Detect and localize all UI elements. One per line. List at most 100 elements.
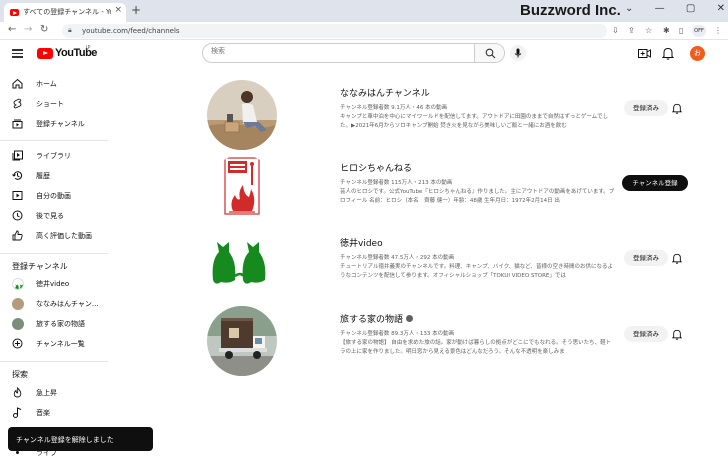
sidebar-item-label: 履歴 [36,172,50,180]
sidebar-item-liked[interactable]: 高く評価した動画 [0,227,108,245]
subscribed-button[interactable]: 登録済み [624,250,668,266]
sidebar-item-history[interactable]: 履歴 [0,167,108,185]
reload-icon[interactable]: ↻ [40,24,48,35]
maximize-icon[interactable]: ▢ [686,3,695,14]
channel-meta: チャンネル登録者数 89.3万人・133 本の動画 [340,331,455,337]
notifications-bell-icon[interactable] [662,47,674,60]
channel-row[interactable]: 旅する家の物語 チャンネル登録者数 89.3万人・133 本の動画 【旅する家の… [190,306,700,378]
search-button[interactable] [474,44,504,62]
share-icon[interactable]: ⇪ [628,26,635,35]
channel-row[interactable]: 徳井video チャンネル登録者数 47.5万人・292 本の動画 チュートリア… [190,230,700,302]
trending-icon [13,387,22,398]
user-avatar[interactable]: お [690,46,705,61]
my-videos-icon [12,191,23,200]
shorts-icon [13,98,22,109]
sidebar-item-trending[interactable]: 急上昇 [0,384,108,402]
minimize-icon[interactable]: — [655,3,665,14]
sidepanel-icon[interactable]: ▯ [679,26,683,35]
channel-thumbnail[interactable] [207,155,277,225]
window-controls: ⌄ — ▢ ✕ [625,3,725,14]
create-video-icon[interactable] [638,48,651,59]
sidebar-item-label: ななみはんチャン... [36,300,99,308]
music-icon [13,407,22,418]
sidebar-divider [0,140,108,141]
channel-meta: チャンネル登録者数 47.5万人・292 本の動画 [340,255,455,261]
sidebar-item-watch-later[interactable]: 後で見る [0,207,108,225]
sidebar-item-label: ホーム [36,80,57,88]
channel-name[interactable]: 旅する家の物語 [340,312,414,325]
sidebar-item-label: ライブラリ [36,152,71,160]
back-icon[interactable]: ← [8,24,16,35]
browser-tabstrip: すべての登録チャンネル - YouTube × + ⌄ — ▢ ✕ Buzzwo… [0,0,728,22]
address-bar[interactable]: 🔒︎ youtube.com/feed/channels [62,24,607,38]
sidebar-channel-nanamihan[interactable]: ななみはんチャン... [0,295,108,313]
search-box [202,43,505,63]
sidebar-item-label: チャンネル一覧 [36,340,85,348]
notification-bell-icon[interactable] [672,103,682,114]
channel-name[interactable]: ヒロシちゃんねる [340,161,412,174]
close-window-icon[interactable]: ✕ [717,3,725,14]
browser-menu-icon[interactable]: ⋮ [714,26,722,35]
channel-name[interactable]: ななみはんチャンネル [340,86,430,99]
channel-row[interactable]: ななみはんチャンネル チャンネル登録者数 9.1万人・46 本の動画 キャンプと… [190,80,700,152]
channel-name[interactable]: 徳井video [340,236,383,249]
sidebar-item-library[interactable]: ライブラリ [0,147,108,165]
search-icon [485,48,496,59]
tab-search-icon[interactable]: ⌄ [625,3,633,14]
sidebar-item-shorts[interactable]: ショート [0,95,108,113]
hamburger-menu-icon[interactable] [12,49,23,58]
channel-meta: チャンネル登録者数 9.1万人・46 本の動画 [340,105,448,111]
sidebar-item-label: 旅する家の物語 [36,320,85,328]
browser-profile-badge[interactable]: OFF [692,25,706,37]
channel-description: 【旅する家の物語】 自由を求めた旅の話。家が動けば暮らしの拠点がどこにでもなれる… [340,340,612,355]
tab-title: すべての登録チャンネル - YouTube [23,8,111,16]
sidebar-item-home[interactable]: ホーム [0,75,108,93]
forward-icon[interactable]: → [24,24,32,35]
sidebar-divider [0,253,108,254]
sidebar: ホーム ショート 登録チャンネル ライブラリ 履歴 自分の動画 後で見る 高く評… [0,70,108,460]
notification-bell-icon[interactable] [672,329,682,340]
browser-tab[interactable]: すべての登録チャンネル - YouTube × [4,3,126,22]
extensions-icon[interactable]: ✱ [663,26,670,35]
tab-close-icon[interactable]: × [114,5,122,15]
sidebar-item-subscriptions[interactable]: 登録チャンネル [0,115,108,133]
home-icon [12,78,23,89]
youtube-header: YouTube JP お [0,40,728,70]
channel-name-text: 旅する家の物語 [340,315,404,325]
channel-avatar [12,298,24,310]
subscriptions-icon [12,119,23,129]
channel-row[interactable]: ヒロシちゃんねる チャンネル登録者数 115万人・213 本の動画 芸人のヒロシ… [190,155,700,227]
subscribe-button[interactable]: チャンネル登録 [622,175,688,191]
sidebar-item-all-channels[interactable]: チャンネル一覧 [0,335,108,353]
bookmark-star-icon[interactable]: ☆ [645,26,652,35]
lock-icon: 🔒︎ [68,26,72,34]
sidebar-item-my-videos[interactable]: 自分の動画 [0,187,108,205]
microphone-icon [514,48,522,58]
subscribed-button[interactable]: 登録済み [624,100,668,116]
channel-thumbnail[interactable] [207,230,277,300]
channel-thumbnail[interactable] [207,306,277,376]
sidebar-channel-tokui[interactable]: 徳井video [0,275,108,293]
subscribed-button[interactable]: 登録済み [624,326,668,342]
install-icon[interactable]: ⇩ [612,26,619,35]
channel-thumbnail[interactable] [207,80,277,150]
sidebar-divider [0,361,108,362]
explore-heading: 探索 [12,370,28,379]
sidebar-item-label: 徳井video [36,280,70,288]
sidebar-channel-tabisuru[interactable]: 旅する家の物語 [0,315,108,333]
channel-description: チュートリアル徳井義実のチャンネルです。料理、キャンプ、バイク、猫など、皆様の空… [340,264,614,279]
search-input[interactable] [211,47,471,55]
sidebar-item-label: 後で見る [36,212,64,220]
sidebar-item-label: 高く評価した動画 [36,232,92,240]
sidebar-item-label: 自分の動画 [36,192,71,200]
sidebar-item-label: ショート [36,100,64,108]
voice-search-button[interactable] [510,45,526,61]
channel-meta: チャンネル登録者数 115万人・213 本の動画 [340,180,453,186]
youtube-logo-icon[interactable] [37,48,53,59]
new-tab-icon[interactable]: + [131,3,141,17]
notification-bell-icon[interactable] [672,253,682,264]
sidebar-item-label: 登録チャンネル [36,120,85,128]
youtube-favicon-icon [10,9,19,16]
subscriptions-heading: 登録チャンネル [12,262,68,271]
sidebar-item-music[interactable]: 音楽 [0,404,108,422]
